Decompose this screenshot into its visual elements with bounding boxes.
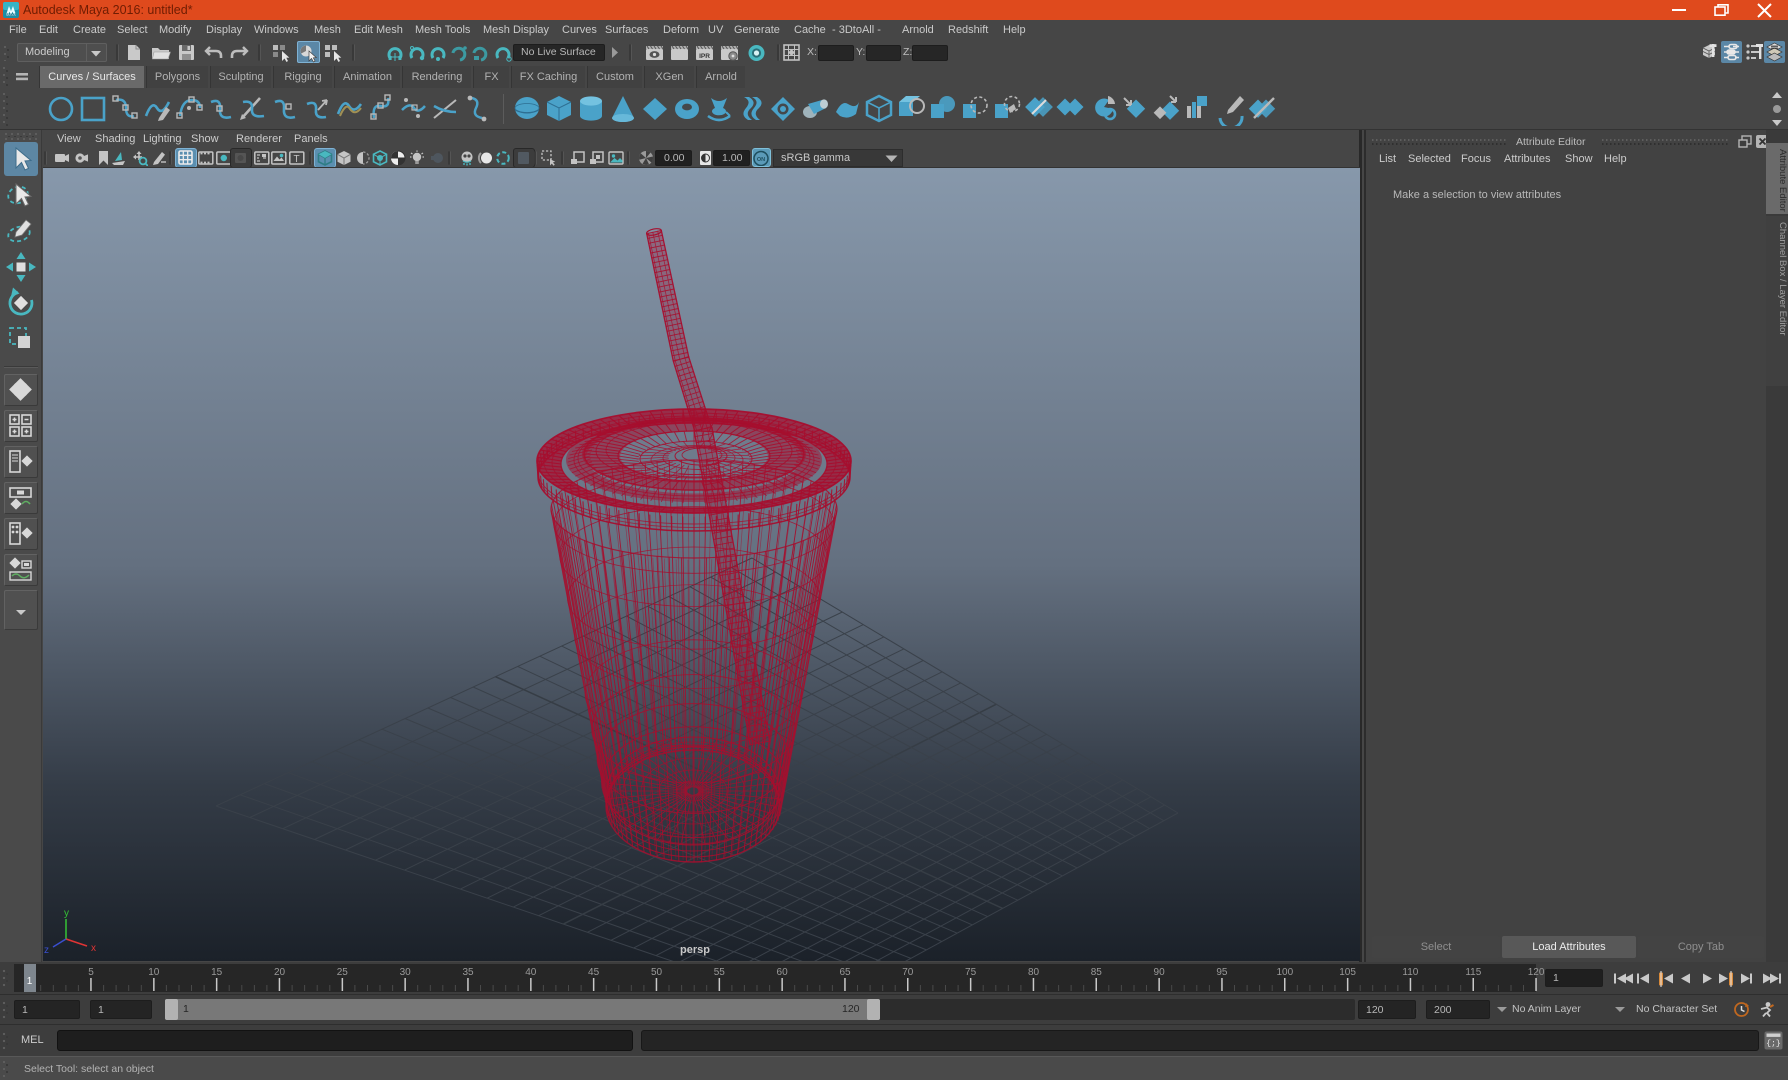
- svg-text:85: 85: [1091, 967, 1103, 978]
- svg-text:ON: ON: [757, 157, 765, 163]
- svg-text:IPR: IPR: [699, 53, 710, 60]
- svg-text:60: 60: [777, 967, 789, 978]
- svg-text:{;}: {;}: [1766, 1040, 1780, 1049]
- svg-text:115: 115: [1465, 967, 1481, 978]
- svg-text:MAYA: MAYA: [6, 13, 16, 17]
- svg-text:x: x: [91, 943, 96, 954]
- svg-text:persp: persp: [680, 944, 710, 956]
- svg-text:95: 95: [1216, 967, 1228, 978]
- svg-text:35: 35: [462, 967, 474, 978]
- svg-text:105: 105: [1339, 967, 1356, 978]
- svg-text:45: 45: [588, 967, 600, 978]
- svg-text:40: 40: [525, 967, 537, 978]
- svg-text:100: 100: [1276, 967, 1293, 978]
- svg-text:y: y: [64, 908, 69, 919]
- svg-text:90: 90: [1154, 967, 1166, 978]
- svg-text:110: 110: [1402, 967, 1418, 978]
- svg-text:50: 50: [651, 967, 663, 978]
- svg-text:5: 5: [88, 967, 94, 978]
- svg-text:z: z: [44, 945, 49, 956]
- svg-text:25: 25: [337, 967, 349, 978]
- svg-text:55: 55: [714, 967, 726, 978]
- svg-text:20: 20: [274, 967, 286, 978]
- svg-text:15: 15: [211, 967, 223, 978]
- svg-text:80: 80: [1028, 967, 1040, 978]
- svg-text:70: 70: [902, 967, 914, 978]
- svg-text:1: 1: [27, 976, 33, 987]
- svg-text:75: 75: [965, 967, 977, 978]
- svg-text:T: T: [293, 154, 299, 165]
- svg-text:120: 120: [1528, 967, 1545, 978]
- svg-text:65: 65: [839, 967, 851, 978]
- svg-text:30: 30: [400, 967, 412, 978]
- svg-text:10: 10: [148, 967, 160, 978]
